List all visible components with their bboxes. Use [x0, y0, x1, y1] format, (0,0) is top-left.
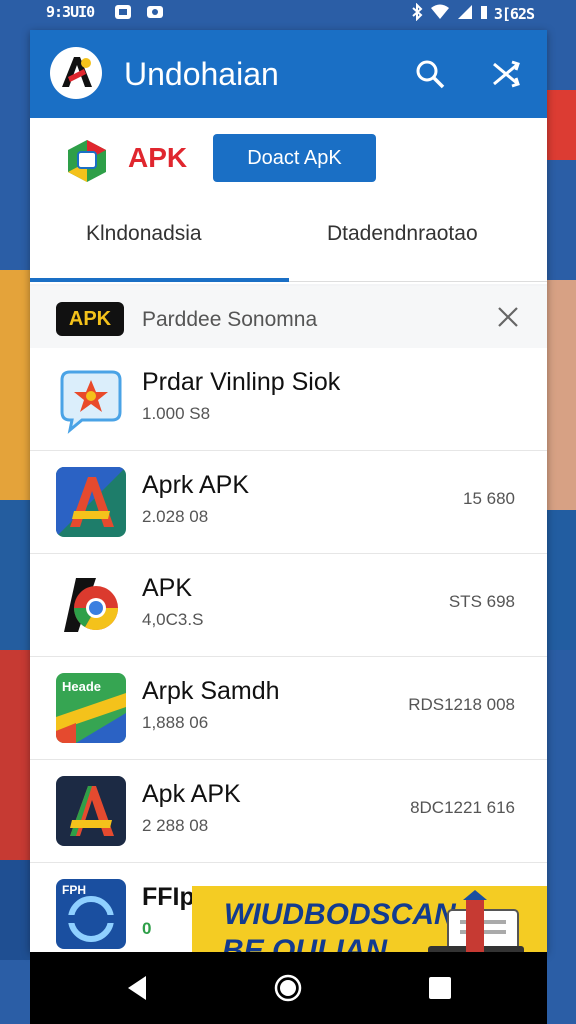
home-icon[interactable]	[272, 972, 304, 1004]
tab-indicator	[30, 278, 289, 282]
battery-icon	[480, 4, 488, 24]
apk-label: APK	[128, 142, 188, 173]
back-icon[interactable]	[122, 972, 154, 1004]
app-downloads: 4,0C3.S	[142, 610, 204, 629]
status-bar: 9:3UI0 3[62S	[0, 0, 576, 26]
list-item[interactable]: Apk APK 2 288 08 8DC1221 616	[30, 760, 547, 863]
circle-app-icon: FPH	[56, 879, 126, 949]
search-row[interactable]: APK Parddee Sonomna	[30, 286, 547, 349]
navigation-bar	[30, 952, 547, 1024]
app-size: RDS1218 008	[408, 695, 515, 714]
tab-second[interactable]: Dtadendnraotao	[327, 222, 478, 246]
download-apk-button[interactable]: Doact ApK	[213, 134, 376, 182]
app-size: 15 680	[463, 489, 515, 508]
app-list-panel: APK Parddee Sonomna Prdar Vinlinp Siok 1…	[30, 286, 547, 952]
app-downloads: 1,888 06	[142, 713, 209, 732]
apk-chip: APK	[56, 302, 124, 336]
star-bubble-icon	[56, 364, 126, 434]
app-downloads: 2.028 08	[142, 507, 209, 526]
close-icon[interactable]	[496, 305, 520, 329]
signal-icon	[456, 4, 474, 24]
list-item[interactable]: Heade Arpk Samdh 1,888 06 RDS1218 008	[30, 657, 547, 760]
shuffle-icon[interactable]	[490, 58, 522, 90]
app-name: Aprk APK	[142, 471, 249, 499]
app-bar: Undohaian	[30, 30, 547, 118]
app-name: Apk APK	[142, 780, 241, 808]
battery-level: 3[62S	[493, 5, 535, 23]
a-logo-dark-icon	[56, 776, 126, 846]
app-name: FFIp	[142, 883, 195, 911]
list-item[interactable]: Aprk APK 2.028 08 15 680	[30, 451, 547, 554]
app-downloads: 0	[142, 919, 152, 938]
maps-icon-label: Heade	[62, 679, 102, 694]
app-icon-tag: FPH	[62, 883, 86, 897]
search-input[interactable]: Parddee Sonomna	[142, 308, 317, 332]
a-logo-icon	[56, 467, 126, 537]
ad-subline: BE OULIAN	[222, 934, 387, 952]
recents-icon[interactable]	[424, 972, 456, 1004]
app-name: APK	[142, 574, 193, 602]
app-logo-icon	[50, 47, 102, 99]
app-size: STS 698	[448, 592, 515, 611]
app-name: Prdar Vinlinp Siok	[142, 368, 341, 396]
ad-banner[interactable]: WIUDBODSCAN BE OULIAN	[192, 886, 547, 952]
app-size: 8DC1221 616	[410, 798, 515, 817]
list-item[interactable]: Prdar Vinlinp Siok 1.000 S8	[30, 348, 547, 451]
app-downloads: 1.000 S8	[142, 404, 211, 423]
apk-brand-icon	[64, 138, 110, 184]
app-window: Undohaian APK Doact ApK Klndonadsia Dtad…	[30, 30, 547, 952]
status-time: 9:3UI0	[46, 3, 95, 21]
bluetooth-icon	[410, 2, 424, 25]
image-icon	[114, 4, 132, 20]
search-icon[interactable]	[414, 58, 446, 90]
camera-icon	[146, 4, 164, 20]
wifi-icon	[430, 4, 450, 24]
tab-indonesia[interactable]: Klndonadsia	[86, 222, 202, 246]
app-downloads: 2 288 08	[142, 816, 209, 835]
chrome-icon	[56, 570, 126, 640]
brand-card: APK Doact ApK Klndonadsia Dtadendnraotao	[30, 118, 547, 284]
ad-illustration-icon	[428, 890, 524, 952]
maps-icon: Heade	[56, 673, 126, 743]
app-name: Arpk Samdh	[142, 677, 280, 705]
list-item[interactable]: APK 4,0C3.S STS 698	[30, 554, 547, 657]
app-title: Undohaian	[124, 56, 279, 92]
